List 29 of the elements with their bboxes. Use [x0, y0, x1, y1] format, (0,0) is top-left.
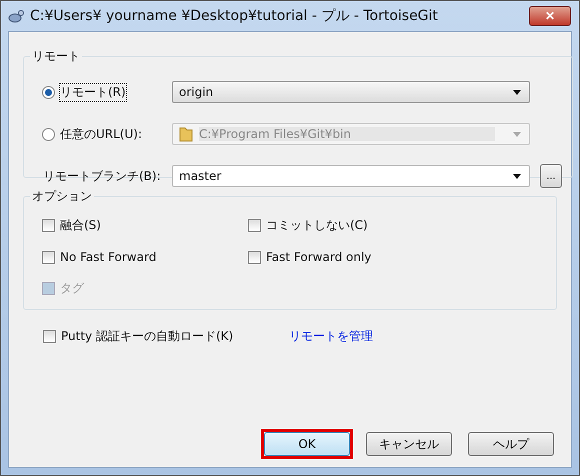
folder-icon [179, 126, 193, 142]
checkbox[interactable] [42, 250, 55, 264]
checkbox-label: 融合(S) [60, 217, 101, 234]
caret-icon [513, 132, 521, 136]
remote-dropdown[interactable]: origin [172, 81, 530, 103]
dialog-button[interactable]: キャンセル [366, 432, 452, 456]
checkbox-label: タグ [60, 280, 84, 297]
caret-icon [513, 90, 521, 94]
group-title: オプション [31, 188, 93, 205]
checkbox[interactable] [248, 219, 261, 232]
checkbox[interactable] [42, 219, 55, 232]
caret-icon [513, 174, 521, 178]
group-title: リモート [31, 48, 81, 65]
branch-label: リモートブランチ(B): [42, 168, 162, 184]
dialog-button[interactable]: OK [264, 432, 350, 456]
radio-label: リモート(R) [59, 82, 127, 102]
manage-remotes-link[interactable]: リモートを管理 [289, 328, 374, 345]
browse-button[interactable]: ... [540, 164, 562, 188]
checkbox-label: Fast Forward only [266, 250, 372, 264]
dialog-button[interactable]: ヘルプ [468, 432, 554, 456]
checkbox-label: コミットしない(C) [266, 217, 368, 234]
checkbox[interactable] [248, 250, 261, 264]
checkbox[interactable] [43, 330, 56, 343]
checkbox-label: Putty 認証キーの自動ロード(K) [61, 328, 234, 345]
radio-label: 任意のURL(U): [59, 126, 143, 142]
radio-button[interactable] [42, 86, 55, 98]
window-title: C:¥Users¥ yourname ¥Desktop¥tutorial - プル - TortoiseGit [30, 7, 439, 25]
checkbox-label: No Fast Forward [60, 250, 156, 264]
branch-dropdown[interactable]: master [172, 165, 530, 187]
